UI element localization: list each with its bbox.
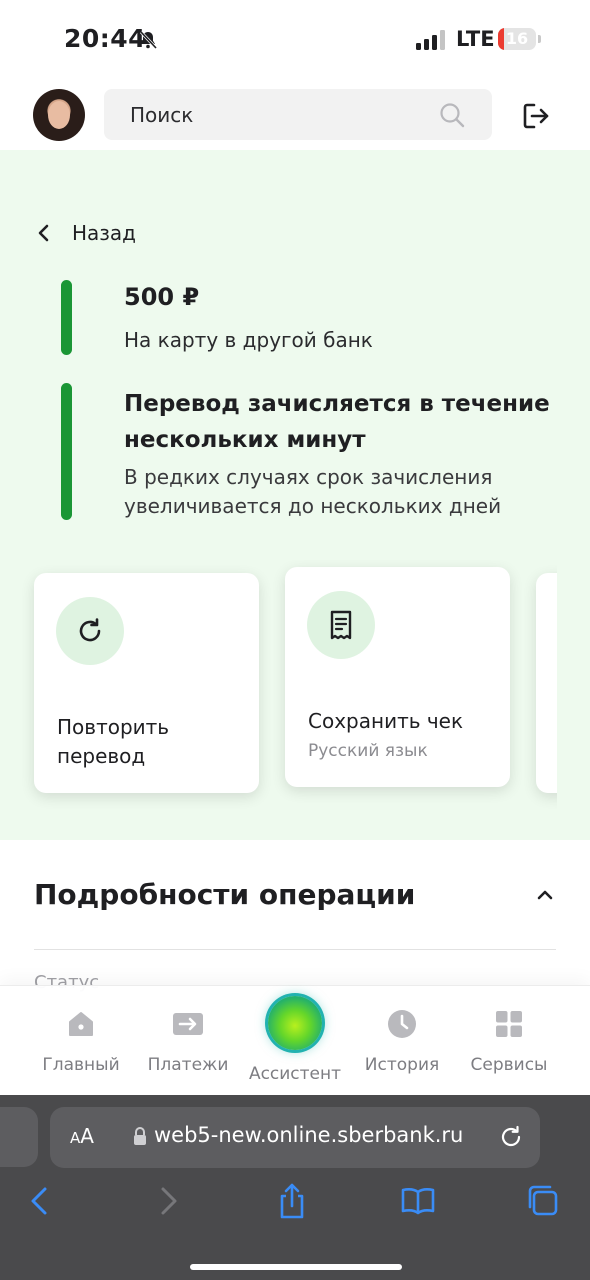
card-subtitle: Русский язык — [308, 741, 428, 761]
tabs-icon — [528, 1185, 558, 1216]
text-size-button[interactable]: AA — [70, 1124, 94, 1148]
repeat-icon — [79, 618, 101, 642]
battery-level: 16 — [505, 29, 529, 48]
next-action-card[interactable] — [536, 573, 557, 793]
page: 20:44 LTE 16 Поиск Назад 500 ₽ На карту … — [0, 0, 590, 1280]
avatar[interactable] — [33, 89, 85, 141]
reload-icon[interactable] — [498, 1124, 524, 1150]
info-bar-accent — [61, 383, 72, 520]
lock-icon — [134, 1127, 146, 1145]
transfer-amount: 500 ₽ — [124, 283, 200, 311]
address-bar[interactable]: AA web5-new.online.sberbank.ru — [50, 1107, 540, 1168]
home-icon — [69, 1012, 93, 1036]
signal-bars-icon — [416, 30, 445, 50]
repeat-transfer-card[interactable]: Повторить перевод — [34, 573, 259, 793]
nav-payments[interactable]: Платежи — [135, 1006, 241, 1086]
status-time: 20:44 — [64, 24, 147, 53]
transfer-status-panel: Назад 500 ₽ На карту в другой банк Перев… — [0, 150, 590, 840]
header — [0, 80, 590, 150]
nav-label: Сервисы — [470, 1055, 548, 1075]
nav-services[interactable]: Сервисы — [456, 1006, 562, 1086]
nav-home[interactable]: Главный — [28, 1006, 134, 1086]
tabs-button[interactable] — [524, 1181, 564, 1221]
text-size-small: A — [70, 1129, 81, 1147]
receipt-icon-circle — [307, 591, 375, 659]
battery-icon: 16 — [498, 28, 536, 50]
nav-label: История — [364, 1055, 440, 1075]
search-box[interactable] — [104, 89, 492, 140]
nav-history[interactable]: История — [349, 1006, 455, 1086]
nav-label: Платежи — [147, 1055, 229, 1075]
clock-icon — [388, 1010, 416, 1038]
chevron-up-icon — [537, 890, 553, 900]
assistant-orb-icon — [268, 996, 322, 1050]
bookmarks-icon — [401, 1188, 435, 1215]
transfer-description: На карту в другой банк — [124, 328, 373, 352]
nav-assistant[interactable]: Ассистент — [242, 996, 348, 1086]
info-title: Перевод зачисляется в течение нескольких… — [124, 391, 550, 453]
nav-label: Главный — [42, 1055, 120, 1075]
grid-icon — [496, 1011, 522, 1037]
browser-toolbar: AA web5-new.online.sberbank.ru — [0, 1095, 590, 1280]
details-toggle[interactable]: Подробности операции — [34, 873, 556, 917]
search-input[interactable] — [130, 89, 430, 140]
card-title: Повторить перевод — [57, 715, 170, 768]
payments-icon — [173, 1013, 203, 1035]
search-icon[interactable] — [438, 101, 466, 129]
back-arrow-icon — [31, 1187, 47, 1215]
repeat-icon-circle — [56, 597, 124, 665]
home-indicator[interactable] — [190, 1264, 402, 1270]
bookmarks-button[interactable] — [398, 1181, 438, 1221]
status-bar-accent — [61, 280, 72, 355]
action-cards: Повторить перевод Сохранить чек Русский … — [0, 560, 557, 810]
network-label: LTE — [456, 27, 495, 51]
card-title: Сохранить чек — [308, 709, 464, 733]
battery-cap — [538, 35, 541, 43]
logout-icon[interactable] — [520, 100, 552, 132]
nav-label: Ассистент — [248, 1064, 342, 1084]
details-title: Подробности операции — [34, 878, 416, 911]
back-label: Назад — [72, 221, 137, 245]
back-button[interactable]: Назад — [36, 218, 136, 248]
divider — [34, 949, 556, 950]
text-size-large: A — [80, 1124, 94, 1148]
info-description: В редких случаях срок зачисления увеличи… — [124, 465, 502, 518]
receipt-icon — [330, 610, 352, 640]
previous-tab-preview[interactable] — [0, 1107, 38, 1167]
status-bar: 20:44 LTE 16 — [0, 0, 590, 80]
browser-forward-button[interactable] — [148, 1181, 188, 1221]
share-button[interactable] — [272, 1181, 312, 1221]
bottom-nav: Главный Платежи Ассистент История Сервис… — [0, 985, 590, 1095]
save-receipt-card[interactable]: Сохранить чек Русский язык — [285, 567, 510, 787]
chevron-left-icon — [38, 224, 49, 242]
browser-back-button[interactable] — [20, 1181, 60, 1221]
url-text: web5-new.online.sberbank.ru — [154, 1123, 464, 1147]
share-icon — [280, 1183, 304, 1219]
forward-arrow-icon — [161, 1187, 177, 1215]
bell-muted-icon — [139, 30, 158, 50]
